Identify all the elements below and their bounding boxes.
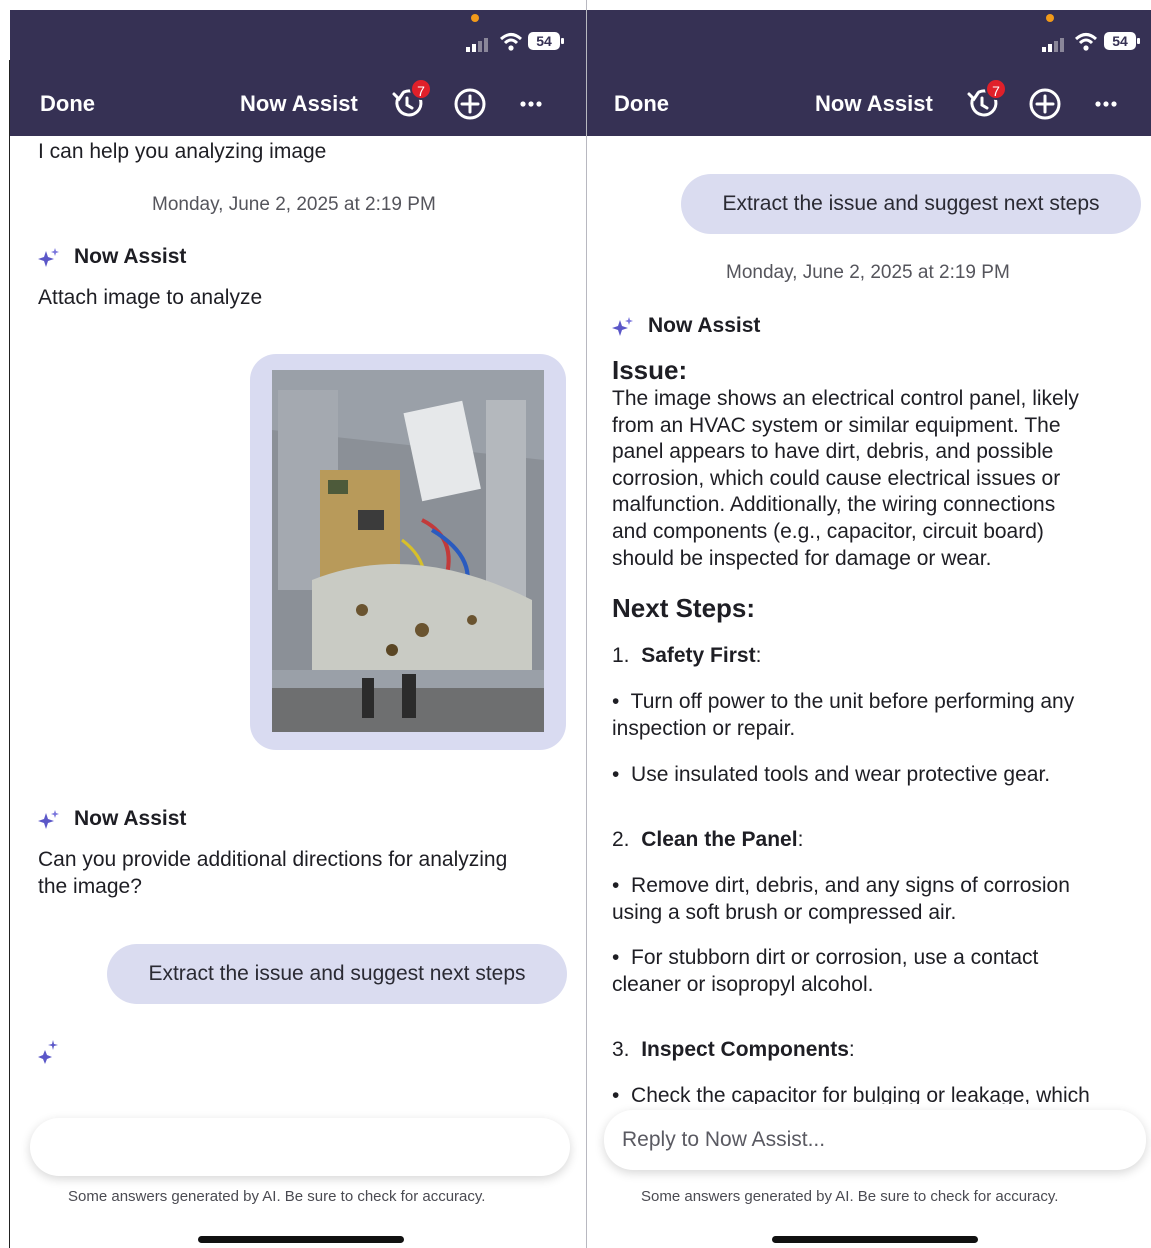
step-title: Inspect Components [641, 1038, 849, 1061]
more-options-icon[interactable] [513, 86, 549, 122]
nav-header: Done Now Assist 7 [587, 72, 1151, 136]
agent-name: Now Assist [648, 314, 761, 337]
agent-message-line: Can you provide additional directions fo… [38, 848, 508, 871]
timestamp: Monday, June 2, 2025 at 2:19 PM [726, 262, 1010, 283]
agent-name: Now Assist [74, 245, 187, 268]
new-chat-plus-icon[interactable] [1027, 86, 1063, 122]
bullet-item: • Check the capacitor for bulging or lea… [612, 1084, 1090, 1104]
step-colon: : [755, 644, 762, 667]
reply-input-placeholder: Reply to Now Assist... [622, 1128, 826, 1151]
bullet-text: Remove dirt, debris, and any signs of co… [631, 874, 1070, 897]
agent-label: Now Assist [612, 314, 912, 340]
bullet-glyph: • [612, 763, 620, 786]
wifi-icon [499, 33, 523, 51]
next-steps-heading: Next Steps: [612, 593, 756, 623]
image-attachment-card[interactable] [250, 354, 566, 750]
ai-disclaimer: Some answers generated by AI. Be sure to… [68, 1188, 486, 1205]
user-message-bubble: Extract the issue and suggest next steps [681, 174, 1141, 234]
agent-label: Now Assist [38, 245, 338, 271]
wifi-icon [1074, 33, 1098, 51]
issue-line: panel appears to have dirt, debris, and … [612, 440, 1054, 464]
issue-heading: Issue: [612, 355, 688, 385]
bullet-text: For stubborn dirt or corrosion, use a co… [631, 946, 1039, 969]
battery-indicator: 54 [1104, 32, 1140, 50]
issue-line: The image shows an electrical control pa… [612, 387, 1079, 410]
left-phone-screen: 54 Done Now Assist 7 I can help you anal… [10, 10, 586, 1248]
timestamp: Monday, June 2, 2025 at 2:19 PM [152, 194, 436, 215]
hvac-panel-photo[interactable] [272, 370, 544, 732]
step-number: 3. [612, 1038, 630, 1061]
right-phone-screen: 54 Done Now Assist 7 Extract the issue a… [587, 10, 1151, 1248]
step-number: 2. [612, 828, 630, 851]
bullet-item: • Remove dirt, debris, and any signs of … [612, 874, 1070, 898]
ai-disclaimer: Some answers generated by AI. Be sure to… [641, 1188, 1059, 1205]
done-button[interactable]: Done [40, 91, 95, 117]
intro-message: I can help you analyzing image [38, 140, 327, 163]
issue-line: and components (e.g., capacitor, circuit… [612, 519, 1044, 543]
privacy-dot-icon [471, 14, 479, 22]
cellular-signal-icon [1042, 38, 1064, 52]
step-1-heading: 1. Safety First: [612, 644, 761, 668]
agent-name: Now Assist [74, 807, 187, 830]
issue-line: should be inspected for damage or wear. [612, 546, 992, 570]
agent-label: Now Assist [38, 807, 338, 833]
step-title: Clean the Panel [641, 828, 798, 851]
notification-badge: 7 [410, 78, 432, 100]
new-chat-plus-icon[interactable] [452, 86, 488, 122]
agent-message-line: the image? [38, 875, 142, 898]
status-bar: 54 [587, 10, 1151, 72]
bullet-glyph: • [612, 1084, 620, 1104]
nav-header: Done Now Assist 7 [10, 72, 586, 136]
bullet-glyph: • [612, 946, 620, 969]
typing-sparkle-icon [38, 1040, 58, 1064]
step-colon: : [797, 828, 804, 851]
home-indicator [198, 1236, 404, 1243]
issue-line: malfunction. Additionally, the wiring co… [612, 493, 1056, 517]
step-3-heading: 3. Inspect Components: [612, 1038, 855, 1062]
step-title: Safety First [641, 644, 756, 667]
more-options-icon[interactable] [1088, 86, 1124, 122]
privacy-dot-icon [1046, 14, 1054, 22]
bullet-item: • For stubborn dirt or corrosion, use a … [612, 946, 1038, 970]
bullet-text: Use insulated tools and wear protective … [631, 763, 1051, 786]
issue-paragraph: The image shows an electrical control pa… [612, 386, 1079, 572]
battery-indicator: 54 [528, 32, 564, 50]
reply-input[interactable] [30, 1118, 570, 1176]
notification-badge: 7 [985, 78, 1007, 100]
step-number: 1. [612, 644, 630, 667]
page-title: Now Assist [240, 91, 358, 116]
status-bar: 54 [10, 10, 586, 72]
user-message-bubble: Extract the issue and suggest next steps [107, 944, 567, 1004]
bullet-continuation: cleaner or isopropyl alcohol. [612, 973, 874, 996]
bullet-text: Check the capacitor for bulging or leaka… [631, 1084, 1090, 1104]
bullet-item: • Turn off power to the unit before perf… [612, 690, 1074, 714]
agent-message: Attach image to analyze [38, 286, 263, 309]
ai-sparkle-icon [38, 810, 59, 829]
bullet-glyph: • [612, 690, 620, 713]
issue-line: from an HVAC system or similar equipment… [612, 413, 1061, 437]
step-colon: : [848, 1038, 855, 1061]
cellular-signal-icon [466, 38, 488, 52]
page-title: Now Assist [815, 91, 933, 116]
bullet-text: Turn off power to the unit before perfor… [630, 690, 1075, 713]
home-indicator [772, 1236, 978, 1243]
bullet-continuation: inspection or repair. [612, 717, 796, 740]
ai-sparkle-icon [38, 248, 59, 267]
reply-input[interactable]: Reply to Now Assist... [604, 1110, 1146, 1170]
bullet-item: • Use insulated tools and wear protectiv… [612, 763, 1050, 787]
bullet-continuation: using a soft brush or compressed air. [612, 901, 957, 924]
bullet-glyph: • [612, 874, 620, 897]
step-2-heading: 2. Clean the Panel: [612, 828, 803, 852]
done-button[interactable]: Done [614, 91, 669, 117]
ai-sparkle-icon [612, 317, 633, 336]
issue-line: corrosion, which could cause electrical … [612, 466, 1061, 490]
